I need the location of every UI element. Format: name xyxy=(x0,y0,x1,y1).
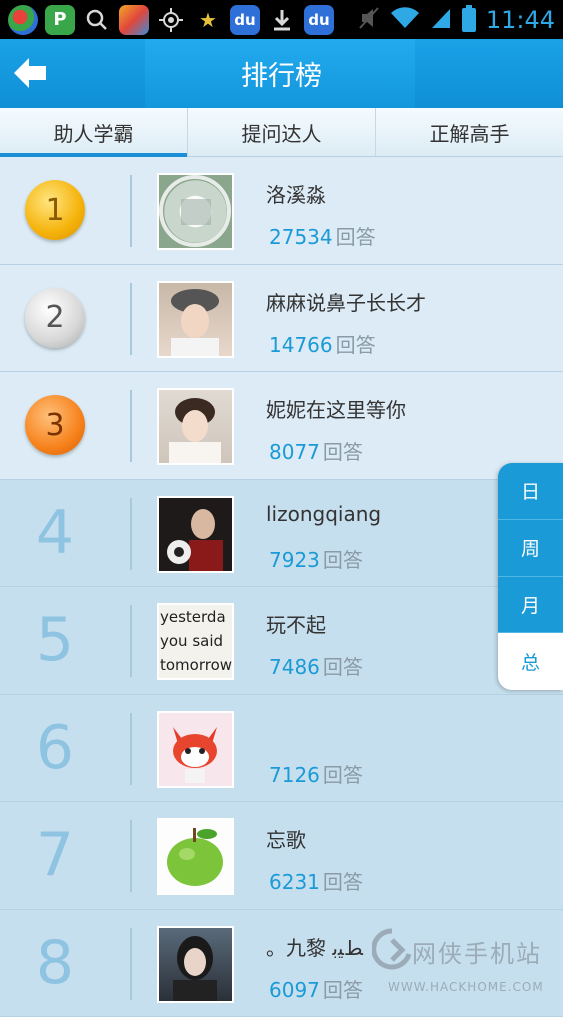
signal-icon xyxy=(430,6,452,34)
baidu-icon: du xyxy=(230,5,260,35)
app-p-icon: P xyxy=(45,5,75,35)
back-button[interactable] xyxy=(10,53,50,93)
user-name: lizongqiang xyxy=(266,502,381,526)
list-item[interactable]: 1 洛溪淼 27534回答 xyxy=(0,157,563,265)
avatar[interactable] xyxy=(157,281,234,358)
user-name: 忘歌 xyxy=(266,824,306,853)
silver-medal-icon: 2 xyxy=(25,288,85,348)
bronze-medal-icon: 3 xyxy=(25,395,85,455)
watermark-logo-icon xyxy=(372,928,412,972)
rank-number: 6 xyxy=(36,713,74,783)
app-notification-icon xyxy=(8,5,38,35)
answer-count: 27534回答 xyxy=(269,221,376,250)
period-total-button[interactable]: 总 xyxy=(498,633,563,690)
tab-helper-master[interactable]: 助人学霸 xyxy=(0,108,188,156)
clock: 11:44 xyxy=(486,6,555,34)
avatar[interactable] xyxy=(157,173,234,250)
watermark-text: 网侠手机站 xyxy=(412,934,542,969)
list-item[interactable]: 5 yesterda you said tomorrow 玩不起 7486回答 xyxy=(0,587,563,695)
title-bar: 排行榜 xyxy=(0,39,563,108)
baidu-icon-2: du xyxy=(304,5,334,35)
list-item[interactable]: 6 7126回答 xyxy=(0,695,563,803)
ranking-list: 1 洛溪淼 27534回答 2 麻麻说鼻子长长才 14766回答 3 妮妮在这 xyxy=(0,157,563,1017)
rank-number: 7 xyxy=(36,820,74,890)
arrow-left-icon xyxy=(11,55,49,91)
watermark-url: WWW.HACKHOME.COM xyxy=(388,980,544,994)
avatar[interactable] xyxy=(157,818,234,895)
user-name: 麻麻说鼻子长长才 xyxy=(266,287,426,316)
watermark: 网侠手机站 WWW.HACKHOME.COM xyxy=(372,928,562,998)
rank-number: 4 xyxy=(36,498,74,568)
period-day-button[interactable]: 日 xyxy=(498,463,563,520)
answer-count: 7486回答 xyxy=(269,651,363,680)
avatar[interactable] xyxy=(157,388,234,465)
status-bar: P ★ du du 11:44 xyxy=(0,0,563,39)
user-name: 玩不起 xyxy=(266,609,326,638)
list-item[interactable]: 2 麻麻说鼻子长长才 14766回答 xyxy=(0,265,563,373)
rank-number: 5 xyxy=(36,605,74,675)
rank-number: 8 xyxy=(36,928,74,998)
answer-count: 8077回答 xyxy=(269,436,363,465)
answer-count: 7923回答 xyxy=(269,544,363,573)
list-item[interactable]: 7 忘歌 6231回答 xyxy=(0,802,563,910)
avatar[interactable]: yesterda you said tomorrow xyxy=(157,603,234,680)
tab-correct-answer-master[interactable]: 正解高手 xyxy=(376,108,563,156)
answer-count: 7126回答 xyxy=(269,759,363,788)
list-item[interactable]: 4 lizongqiang 7923回答 xyxy=(0,480,563,588)
tab-question-master[interactable]: 提问达人 xyxy=(188,108,376,156)
answer-count: 6097回答 xyxy=(269,974,363,1003)
user-name: 洛溪淼 xyxy=(266,179,326,208)
avatar[interactable] xyxy=(157,496,234,573)
wifi-icon xyxy=(390,6,420,34)
avatar[interactable] xyxy=(157,926,234,1003)
mute-icon xyxy=(358,6,380,34)
gps-icon xyxy=(156,5,186,35)
gold-medal-icon: 1 xyxy=(25,180,85,240)
period-selector: 日 周 月 总 xyxy=(498,463,563,690)
battery-icon xyxy=(462,8,476,32)
period-month-button[interactable]: 月 xyxy=(498,577,563,634)
user-name: 。九黎 ﻂﻴﺑ xyxy=(266,932,363,961)
star-icon: ★ xyxy=(193,5,223,35)
list-item[interactable]: 3 妮妮在这里等你 8077回答 xyxy=(0,372,563,480)
tab-bar: 助人学霸 提问达人 正解高手 xyxy=(0,108,563,157)
app-colorful-icon xyxy=(119,5,149,35)
answer-count: 14766回答 xyxy=(269,329,376,358)
answer-count: 6231回答 xyxy=(269,866,363,895)
download-icon xyxy=(267,5,297,35)
page-title: 排行榜 xyxy=(241,54,322,93)
search-icon xyxy=(82,5,112,35)
avatar[interactable] xyxy=(157,711,234,788)
period-week-button[interactable]: 周 xyxy=(498,520,563,577)
user-name: 妮妮在这里等你 xyxy=(266,394,406,423)
